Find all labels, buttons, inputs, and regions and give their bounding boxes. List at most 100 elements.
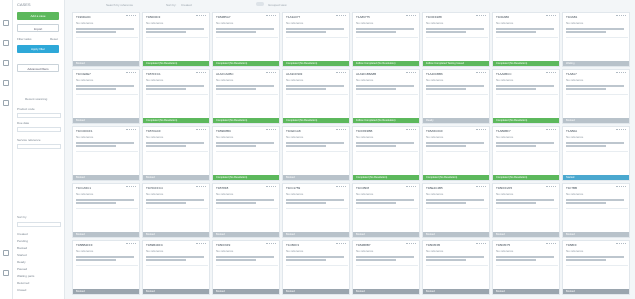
- card-actions-icon[interactable]: [336, 72, 346, 75]
- case-id[interactable]: T1B4B5A7: [216, 15, 231, 19]
- card-actions-icon[interactable]: [266, 15, 276, 18]
- case-card[interactable]: T1FC00CF1 No reference Booked: [72, 126, 140, 181]
- case-id[interactable]: T1F5CFFC4: [146, 186, 163, 190]
- status-option[interactable]: Started: [17, 253, 27, 258]
- case-card[interactable]: T1F7BB No reference Booked: [562, 183, 630, 238]
- case-card[interactable]: T1BFFF2F5 No reference Booked: [492, 183, 560, 238]
- card-actions-icon[interactable]: [546, 129, 556, 132]
- card-actions-icon[interactable]: [126, 243, 136, 246]
- case-card[interactable]: T1F0FF288 No reference Follow Completed Te…: [422, 12, 490, 67]
- case-id[interactable]: T1BFFF2F5: [496, 186, 512, 190]
- calendar-icon[interactable]: [3, 60, 9, 66]
- case-card[interactable]: T1BF8F75 No reference Booked: [492, 240, 560, 295]
- case-card[interactable]: T1FCE6E7 No reference Booked: [72, 69, 140, 124]
- case-card[interactable]: T1A8A7 No reference Booked: [562, 69, 630, 124]
- card-actions-icon[interactable]: [196, 72, 206, 75]
- case-id[interactable]: T1FF8F3BB: [356, 129, 372, 133]
- case-card[interactable]: T1BFF9F9 No reference Booked: [212, 240, 280, 295]
- card-actions-icon[interactable]: [616, 15, 626, 18]
- status-option[interactable]: Booked: [17, 246, 27, 251]
- card-actions-icon[interactable]: [406, 243, 416, 246]
- case-id[interactable]: T1BE4C4B5: [426, 186, 443, 190]
- case-id[interactable]: A1A9CF903: [286, 72, 302, 76]
- card-actions-icon[interactable]: [126, 129, 136, 132]
- card-actions-icon[interactable]: [406, 186, 416, 189]
- case-id[interactable]: T1D0AB6: [496, 15, 509, 19]
- card-actions-icon[interactable]: [546, 72, 556, 75]
- case-id[interactable]: T1A8A7: [566, 72, 577, 76]
- card-actions-icon[interactable]: [336, 243, 346, 246]
- card-actions-icon[interactable]: [126, 15, 136, 18]
- card-actions-icon[interactable]: [406, 72, 416, 75]
- status-option[interactable]: Created: [17, 232, 28, 237]
- card-actions-icon[interactable]: [266, 186, 276, 189]
- case-card[interactable]: A1A9CF903 No reference Completed (No Resol…: [282, 69, 350, 124]
- cases-icon[interactable]: [3, 40, 9, 46]
- card-actions-icon[interactable]: [336, 15, 346, 18]
- users-icon[interactable]: [3, 80, 9, 86]
- sort-by-select[interactable]: [17, 222, 61, 227]
- case-id[interactable]: T1B70ACF: [146, 129, 161, 133]
- card-actions-icon[interactable]: [476, 15, 486, 18]
- card-actions-icon[interactable]: [336, 129, 346, 132]
- case-card[interactable]: T1D0AB6 No reference Completed (No Resolut…: [492, 12, 560, 67]
- card-actions-icon[interactable]: [616, 129, 626, 132]
- search-input[interactable]: Search by reference: [106, 3, 133, 7]
- case-id[interactable]: T1AB0BF7: [496, 129, 511, 133]
- status-option[interactable]: Waiting parts: [17, 274, 34, 279]
- status-option[interactable]: Paused: [17, 267, 27, 272]
- case-id[interactable]: T1DAB1: [566, 15, 577, 19]
- case-card[interactable]: T1AB0BF7 No reference Completed (No Resolu…: [492, 126, 560, 181]
- case-card[interactable]: T1FCA5C1 No reference Booked: [72, 183, 140, 238]
- card-actions-icon[interactable]: [546, 243, 556, 246]
- case-id[interactable]: T1FCA5C1: [76, 186, 91, 190]
- case-card[interactable]: T1FC1759 No reference Booked: [282, 183, 350, 238]
- case-id[interactable]: T1BF8F75: [496, 243, 510, 247]
- case-id[interactable]: A1A9F1B8A8B: [356, 72, 376, 76]
- case-card[interactable]: T1B000C3 No reference Completed (No Resolu…: [142, 12, 210, 67]
- case-card[interactable]: T1CBFF3 No reference Booked: [282, 240, 350, 295]
- case-card[interactable]: T1B8FF No reference Booked: [562, 240, 630, 295]
- case-id[interactable]: T1BF8F95: [426, 243, 440, 247]
- add-case-button[interactable]: Add a case: [17, 12, 59, 20]
- card-actions-icon[interactable]: [196, 129, 206, 132]
- case-id[interactable]: T1B9D8BC: [216, 129, 231, 133]
- case-id[interactable]: T1B9B4DFC: [146, 243, 163, 247]
- case-card[interactable]: T1AB0A No reference Started: [562, 126, 630, 181]
- case-card[interactable]: A1AFCA0BC No reference Completed (No Resol…: [212, 69, 280, 124]
- case-card[interactable]: T1B4B8B7 No reference Booked: [352, 240, 420, 295]
- case-id[interactable]: T1B4B8B7: [356, 243, 371, 247]
- card-actions-icon[interactable]: [616, 243, 626, 246]
- card-actions-icon[interactable]: [476, 186, 486, 189]
- case-card[interactable]: T1BE4C4B5 No reference Booked: [422, 183, 490, 238]
- case-id[interactable]: T1A40CBB6: [426, 72, 443, 76]
- case-id[interactable]: T1FCBF8: [356, 186, 369, 190]
- case-id[interactable]: T1B8FF: [566, 243, 577, 247]
- case-card[interactable]: T1B4B5A7 No reference Completed (No Resolu…: [212, 12, 280, 67]
- case-id[interactable]: T1CBFF3: [286, 243, 299, 247]
- settings-icon[interactable]: [3, 250, 9, 256]
- reports-icon[interactable]: [3, 100, 9, 106]
- case-card[interactable]: T1B78F8 No reference Booked: [212, 183, 280, 238]
- status-option[interactable]: Closed: [17, 288, 26, 293]
- card-actions-icon[interactable]: [266, 129, 276, 132]
- grouped-view-toggle[interactable]: [256, 2, 264, 6]
- card-actions-icon[interactable]: [126, 186, 136, 189]
- case-id[interactable]: T1FC1759: [286, 186, 300, 190]
- case-id[interactable]: T1AB0A: [566, 129, 577, 133]
- card-actions-icon[interactable]: [196, 186, 206, 189]
- card-actions-icon[interactable]: [196, 243, 206, 246]
- card-actions-icon[interactable]: [126, 72, 136, 75]
- case-id[interactable]: T1B000C3: [146, 15, 160, 19]
- case-id[interactable]: T1FCE6E7: [76, 72, 91, 76]
- case-card[interactable]: T1A40CBB6 No reference Ready: [422, 69, 490, 124]
- case-card[interactable]: T1B7FFC1 No reference Completed (No Resolu…: [142, 69, 210, 124]
- card-actions-icon[interactable]: [546, 15, 556, 18]
- case-id[interactable]: T1F7BB: [566, 186, 577, 190]
- case-card[interactable]: T1B70ACF No reference Booked: [142, 126, 210, 181]
- card-actions-icon[interactable]: [616, 186, 626, 189]
- status-option[interactable]: Returned: [17, 281, 29, 286]
- service-ref-input[interactable]: [17, 144, 61, 149]
- case-id[interactable]: T1B78F8: [216, 186, 228, 190]
- case-id[interactable]: T1AA0BCC: [496, 72, 512, 76]
